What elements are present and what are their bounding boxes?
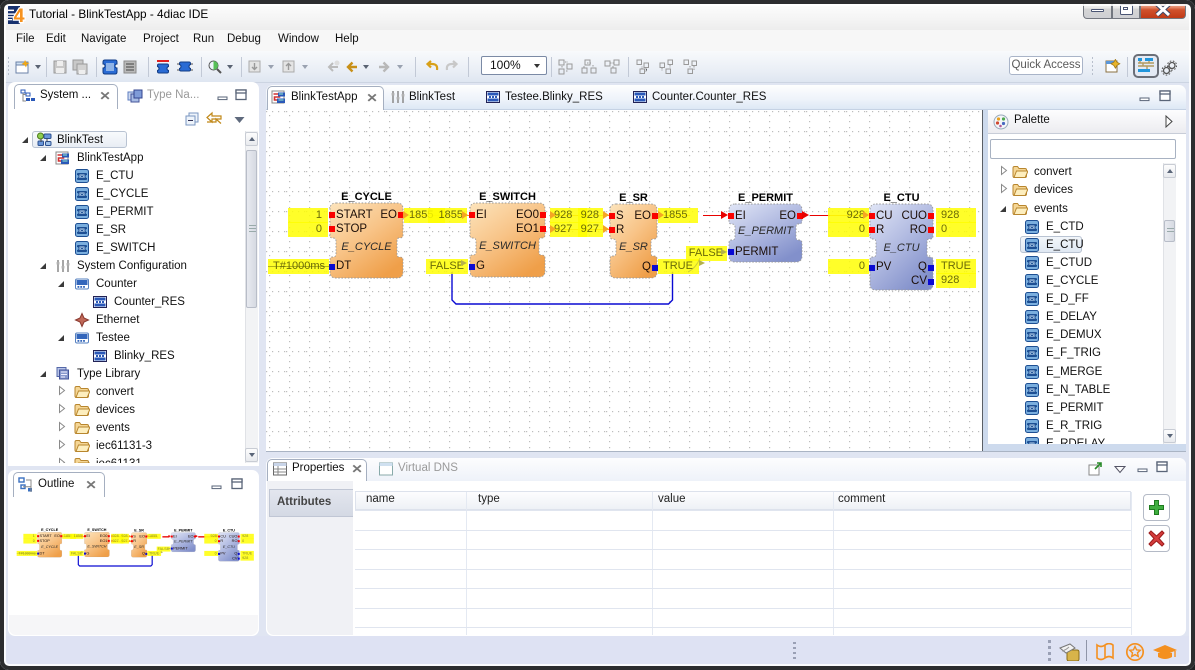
svg-text:4: 4 <box>14 6 25 24</box>
